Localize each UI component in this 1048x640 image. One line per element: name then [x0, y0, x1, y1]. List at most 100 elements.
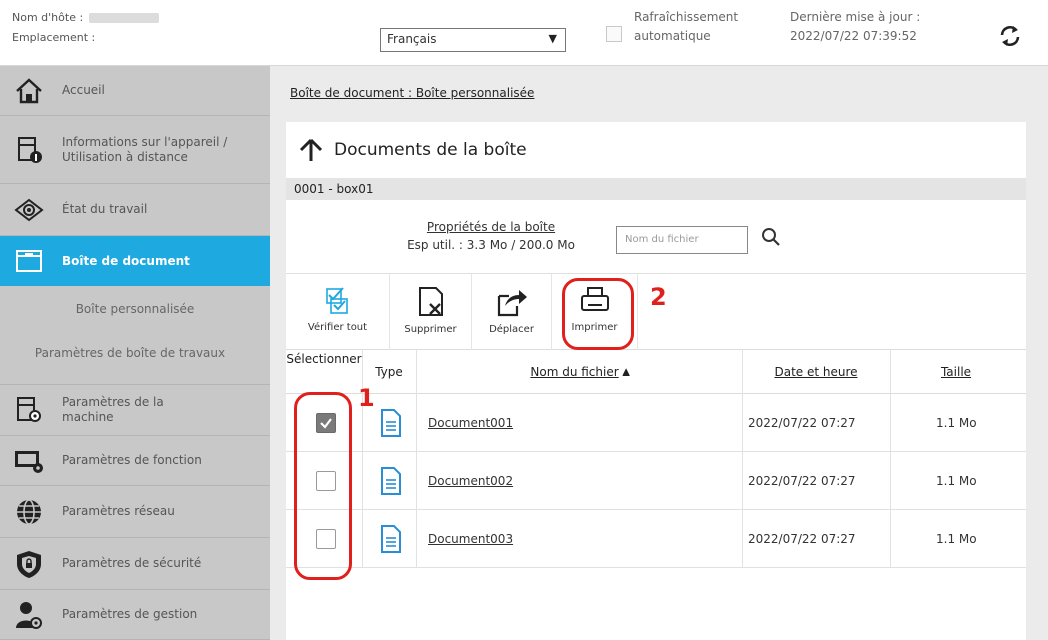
- file-name-link[interactable]: Document003: [428, 510, 513, 568]
- sidebar-item-label: Paramètres de la machine: [62, 395, 164, 424]
- column-select: Sélectionner: [286, 352, 362, 366]
- language-select[interactable]: Français ▼: [380, 28, 566, 52]
- eye-icon: [8, 193, 50, 227]
- filename-search-input[interactable]: Nom du fichier: [616, 226, 748, 254]
- up-arrow-icon[interactable]: [298, 137, 324, 163]
- document-panel: Documents de la boîte 0001 - box01 Propr…: [286, 122, 1026, 640]
- column-size[interactable]: Taille: [890, 350, 1022, 394]
- document-icon: [381, 525, 401, 553]
- column-filename[interactable]: Nom du fichier ▲: [418, 350, 742, 394]
- document-icon: [381, 467, 401, 495]
- delete-button[interactable]: Supprimer: [390, 274, 472, 350]
- page-title: Documents de la boîte: [334, 140, 527, 160]
- last-update-label: Dernière mise à jour :: [790, 10, 921, 24]
- breadcrumb[interactable]: Boîte de document : Boîte personnalisée: [290, 86, 534, 100]
- sidebar-item-label: Informations sur l'appareil / Utilisatio…: [62, 134, 228, 164]
- file-name-link[interactable]: Document002: [428, 452, 513, 510]
- location-label: Emplacement :: [12, 31, 96, 44]
- move-icon: [497, 290, 527, 317]
- file-date: 2022/07/22 07:27: [748, 474, 856, 488]
- check-all-button[interactable]: Vérifier tout: [286, 274, 390, 350]
- sidebar-item-home[interactable]: Accueil: [0, 66, 270, 116]
- sidebar-item-management-settings[interactable]: Paramètres de gestion: [0, 590, 270, 640]
- annotation-highlight-print: [562, 278, 634, 350]
- sidebar-item-label: Accueil: [62, 83, 105, 97]
- file-type-cell: [380, 394, 402, 452]
- auto-refresh-label-1: Rafraîchissement: [634, 10, 739, 24]
- box-usage: Esp util. : 3.3 Mo / 200.0 Mo: [407, 238, 575, 252]
- column-divider: [890, 350, 891, 568]
- function-settings-icon: [8, 444, 50, 478]
- file-date: 2022/07/22 07:27: [748, 532, 856, 546]
- sidebar-item-label: Paramètres de fonction: [62, 453, 202, 467]
- shield-icon: [8, 547, 50, 581]
- column-divider: [416, 350, 417, 568]
- auto-refresh-label-2: automatique: [634, 29, 711, 43]
- language-value: Français: [387, 32, 437, 46]
- column-divider: [742, 350, 743, 568]
- host-value-redacted: [89, 13, 160, 23]
- sort-ascending-icon: ▲: [622, 367, 630, 377]
- file-size: 1.1 Mo: [936, 416, 977, 430]
- box-name: 0001 - box01: [286, 178, 1026, 200]
- annotation-number-1: 1: [358, 384, 375, 412]
- header: Nom d'hôte : Emplacement : Français ▼ Ra…: [0, 0, 1048, 66]
- document-icon: [381, 409, 401, 437]
- column-date[interactable]: Date et heure: [742, 350, 890, 394]
- table-row: Document001 2022/07/22 07:27 1.1 Mo: [286, 394, 1026, 452]
- sidebar-item-machine-settings[interactable]: Paramètres de la machine: [0, 384, 270, 436]
- check-all-label: Vérifier tout: [307, 322, 368, 333]
- move-button[interactable]: Déplacer: [472, 274, 552, 350]
- sidebar-item-label: Paramètres réseau: [62, 504, 175, 518]
- auto-refresh-checkbox[interactable]: [606, 26, 622, 42]
- annotation-highlight-checkboxes: [294, 392, 352, 580]
- delete-label: Supprimer: [404, 324, 457, 335]
- device-info-icon: [8, 133, 50, 167]
- delete-icon: [418, 287, 443, 316]
- main-content: Boîte de document : Boîte personnalisée …: [270, 66, 1048, 640]
- home-icon: [8, 74, 50, 108]
- chevron-down-icon: ▼: [548, 32, 557, 45]
- sidebar-item-function-settings[interactable]: Paramètres de fonction: [0, 436, 270, 486]
- table-row: Document003 2022/07/22 07:27 1.1 Mo: [286, 510, 1026, 568]
- box-properties-link[interactable]: Propriétés de la boîte: [406, 220, 576, 234]
- auto-refresh-toggle[interactable]: Rafraîchissement automatique: [606, 8, 738, 46]
- panel-header: Documents de la boîte: [286, 122, 1026, 178]
- table-row: Document002 2022/07/22 07:27 1.1 Mo: [286, 452, 1026, 510]
- sidebar-item-label: Boîte de document: [62, 253, 190, 268]
- sidebar-item-label: Paramètres de gestion: [62, 607, 198, 621]
- file-type-cell: [380, 452, 402, 510]
- folder-icon: [8, 244, 50, 278]
- sidebar-item-network-settings[interactable]: Paramètres réseau: [0, 486, 270, 538]
- column-divider: [362, 350, 363, 568]
- device-info: Nom d'hôte : Emplacement :: [12, 8, 160, 48]
- sidebar-item-document-box[interactable]: Boîte de document: [0, 236, 270, 286]
- file-type-cell: [380, 510, 402, 568]
- move-label: Déplacer: [489, 324, 534, 335]
- sidebar-subitem-job-box-settings[interactable]: Paramètres de boîte de travaux: [30, 346, 230, 361]
- file-name-link[interactable]: Document001: [428, 394, 513, 452]
- refresh-icon[interactable]: [996, 22, 1024, 50]
- column-filename-label: Nom du fichier: [530, 365, 619, 379]
- sidebar-item-job-status[interactable]: État du travail: [0, 184, 270, 236]
- host-label: Nom d'hôte :: [12, 11, 84, 24]
- sidebar-item-security-settings[interactable]: Paramètres de sécurité: [0, 538, 270, 590]
- sidebar-subitem-custom-box[interactable]: Boîte personnalisée: [0, 302, 270, 317]
- sidebar-item-label: État du travail: [62, 202, 148, 216]
- last-update: Dernière mise à jour : 2022/07/22 07:39:…: [790, 8, 920, 46]
- sidebar: Accueil Informations sur l'appareil / Ut…: [0, 66, 270, 640]
- annotation-number-2: 2: [650, 283, 667, 311]
- globe-icon: [8, 495, 50, 529]
- file-size: 1.1 Mo: [936, 532, 977, 546]
- machine-settings-icon: [8, 393, 50, 427]
- file-size: 1.1 Mo: [936, 474, 977, 488]
- file-date: 2022/07/22 07:27: [748, 416, 856, 430]
- table-header: Sélectionner Type Nom du fichier ▲ Date …: [286, 350, 1026, 394]
- sidebar-item-label: Paramètres de sécurité: [62, 556, 202, 570]
- sidebar-item-device-info[interactable]: Informations sur l'appareil / Utilisatio…: [0, 116, 270, 184]
- last-update-value: 2022/07/22 07:39:52: [790, 29, 917, 43]
- search-icon[interactable]: [760, 226, 782, 248]
- admin-icon: [8, 598, 50, 632]
- box-properties: Propriétés de la boîte Esp util. : 3.3 M…: [286, 200, 1026, 274]
- check-all-icon: [325, 287, 348, 314]
